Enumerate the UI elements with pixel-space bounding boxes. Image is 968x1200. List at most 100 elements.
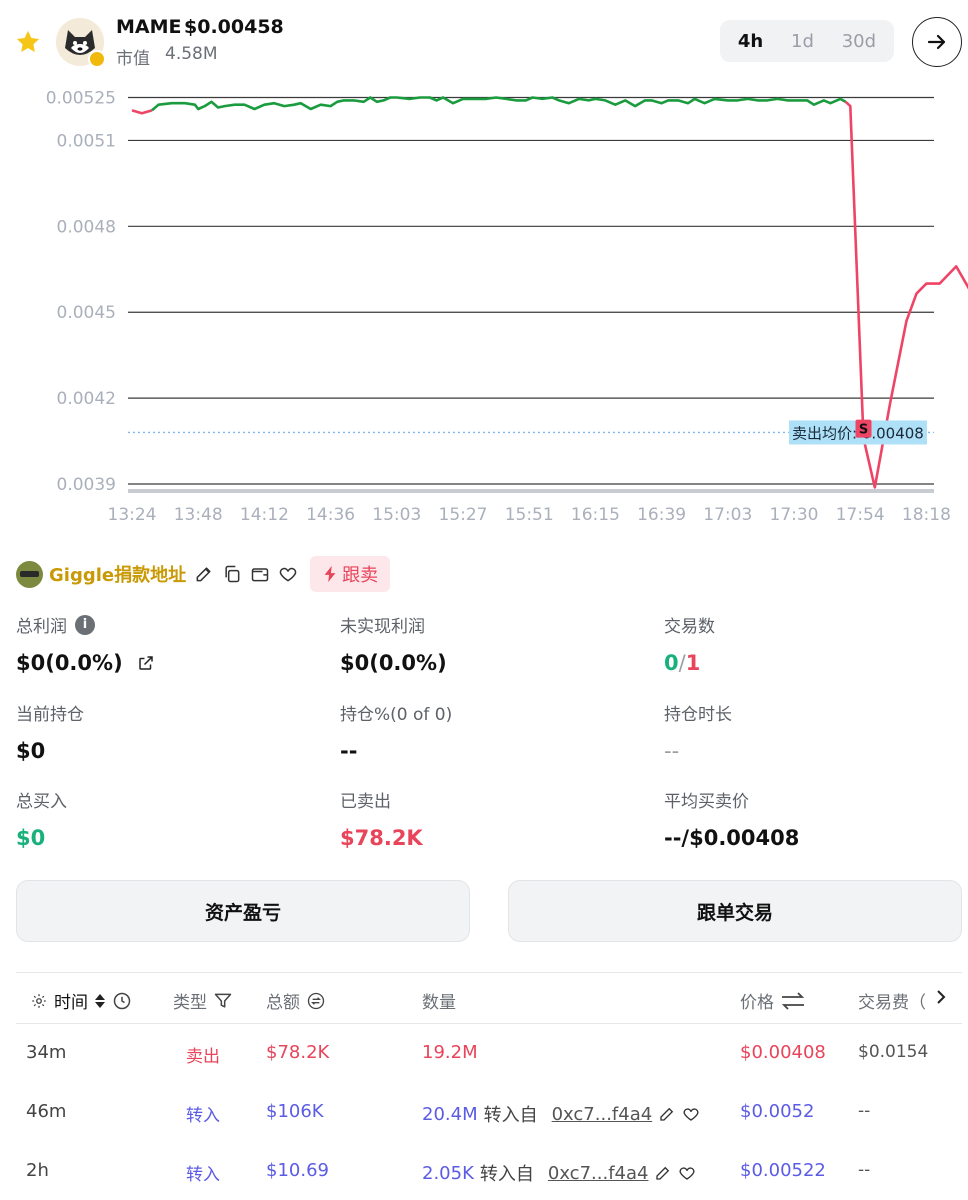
row-type: 转入 [186, 1165, 220, 1185]
sell-marker-label: S [859, 423, 868, 438]
edit-icon[interactable] [658, 1105, 676, 1123]
wallet-icon[interactable] [246, 560, 274, 588]
stat-holding-duration: 持仓时长 -- [664, 700, 964, 763]
stat-avg-price: 平均买卖价 --/$0.00408 [664, 787, 964, 850]
column-time[interactable]: 时间 [30, 988, 132, 1013]
chart-x-tick-label: 15:27 [439, 505, 488, 525]
heart-icon[interactable] [274, 560, 302, 588]
chart-x-tick-label: 16:15 [571, 505, 620, 525]
filter-icon[interactable] [213, 991, 233, 1011]
stat-sold: 已卖出 $78.2K [340, 787, 640, 850]
scroll-right-chevron-icon[interactable] [934, 988, 948, 1006]
row-price: $0.0052 [740, 1101, 815, 1122]
tx-buy-count: 0 [664, 651, 679, 675]
tx-separator: / [678, 651, 686, 675]
stat-holding: 当前持仓 $0 [16, 700, 316, 763]
table-row[interactable]: 46m 转入 $106K 20.4M 转入自 0xc7...f4a4 $0.00… [16, 1083, 962, 1142]
arrow-right-icon [927, 34, 946, 50]
row-amount: 19.2M [422, 1042, 478, 1063]
unrealized-label: 未实现利润 [340, 617, 425, 637]
clock-icon[interactable] [112, 991, 132, 1011]
stat-tx-count: 交易数 0/1 [664, 612, 964, 675]
row-total: $78.2K [266, 1042, 330, 1063]
unrealized-value: $0(0.0%) [340, 651, 447, 675]
info-icon[interactable]: i [75, 614, 95, 635]
swap-arrows-icon[interactable] [780, 991, 806, 1011]
timeframe-4h[interactable]: 4h [730, 25, 771, 58]
edit-icon[interactable] [190, 560, 218, 588]
external-link-icon[interactable] [137, 654, 155, 672]
heart-icon[interactable] [682, 1105, 700, 1123]
follow-sell-label: 跟卖 [342, 565, 379, 586]
chart-x-tick-label: 14:36 [306, 505, 355, 525]
stat-holding-pct: 持仓%(0 of 0) -- [340, 700, 640, 763]
row-fee: -- [858, 1160, 871, 1180]
avg-price-label: 平均买卖价 [664, 792, 749, 812]
row-amount: 20.4M [422, 1103, 478, 1125]
table-row[interactable]: 34m 卖出 $78.2K 19.2M $0.00408 $0.0154 [16, 1024, 962, 1083]
tx-sell-count: 1 [685, 651, 701, 675]
column-price[interactable]: 价格 [740, 988, 806, 1013]
price-chart: 0.00525 0.0051 0.0048 0.0045 0.0042 0.0039 13… [0, 84, 968, 530]
holding-duration-label: 持仓时长 [664, 705, 732, 725]
column-type[interactable]: 类型 [173, 988, 233, 1013]
total-buy-label: 总买入 [16, 792, 67, 812]
price-chart-svg: 0.00525 0.0051 0.0048 0.0045 0.0042 0.0039 13… [46, 89, 968, 525]
table-row[interactable]: 2h 转入 $10.69 2.05K 转入自 0xc7...f4a4 $0.00… [16, 1142, 962, 1200]
tx-count-label: 交易数 [664, 617, 715, 637]
stat-total-buy: 总买入 $0 [16, 787, 316, 850]
row-amount-cell: 20.4M 转入自 0xc7...f4a4 [422, 1101, 700, 1127]
open-token-button[interactable] [912, 17, 962, 67]
wallet-row: Giggle捐款地址 跟卖 [16, 556, 391, 592]
heart-icon[interactable] [678, 1164, 696, 1182]
total-profit-label: 总利润 [16, 617, 67, 637]
row-from-address[interactable]: 0xc7...f4a4 [548, 1163, 649, 1184]
market-cap-label: 市值 [116, 49, 150, 69]
chart-y-tick-label: 0.00525 [46, 89, 116, 109]
edit-icon[interactable] [654, 1164, 672, 1182]
chart-x-tick-label: 18:18 [902, 505, 951, 525]
chart-y-tick-label: 0.0042 [57, 389, 116, 409]
settings-icon[interactable] [30, 992, 48, 1010]
row-fee: $0.0154 [858, 1042, 929, 1062]
column-total[interactable]: 总额 [266, 988, 326, 1013]
star-icon[interactable] [14, 28, 42, 56]
timeframe-30d[interactable]: 30d [834, 25, 884, 58]
copy-trade-button[interactable]: 跟单交易 [508, 880, 962, 942]
follow-sell-button[interactable]: 跟卖 [310, 556, 391, 592]
chart-x-tick-label: 17:03 [703, 505, 752, 525]
timeframe-1d[interactable]: 1d [783, 25, 822, 58]
chart-x-tick-label: 17:30 [770, 505, 819, 525]
price-line-segment [151, 96, 847, 112]
chart-x-tick-label: 15:51 [505, 505, 554, 525]
swap-currency-icon[interactable] [306, 991, 326, 1011]
row-type: 转入 [186, 1106, 220, 1126]
lightning-icon [324, 565, 336, 583]
holding-duration-value: -- [664, 739, 680, 763]
price-header-label: 价格 [740, 993, 774, 1013]
wallet-name[interactable]: Giggle捐款地址 [49, 561, 186, 587]
chart-x-tick-label: 16:39 [637, 505, 686, 525]
column-amount: 数量 [422, 988, 456, 1013]
row-from-address[interactable]: 0xc7...f4a4 [552, 1104, 653, 1125]
sold-value: $78.2K [340, 826, 423, 850]
asset-pnl-button[interactable]: 资产盈亏 [16, 880, 470, 942]
row-amount: 2.05K [422, 1162, 474, 1184]
chain-badge-icon [88, 50, 106, 68]
row-fee: -- [858, 1101, 871, 1121]
holding-pct-value: -- [340, 739, 358, 763]
sort-icon[interactable] [94, 992, 106, 1010]
row-total: $106K [266, 1101, 324, 1122]
market-cap-value: 4.58M [165, 44, 218, 64]
row-from-label: 转入自 [479, 1164, 534, 1185]
row-amount-cell: 2.05K 转入自 0xc7...f4a4 [422, 1160, 696, 1186]
avg-price-value: --/$0.00408 [664, 826, 800, 850]
chart-x-tick-label: 15:03 [372, 505, 421, 525]
trades-table: 时间 类型 总额 数量 价格 交易费（ 34m 卖出 $78.2K 19.2M [16, 972, 962, 1200]
chart-x-tick-label: 14:12 [240, 505, 289, 525]
time-header-label: 时间 [54, 993, 88, 1013]
row-total: $10.69 [266, 1160, 329, 1181]
copy-icon[interactable] [218, 560, 246, 588]
chart-x-tick-label: 17:54 [836, 505, 885, 525]
token-price: $0.00458 [184, 16, 284, 38]
